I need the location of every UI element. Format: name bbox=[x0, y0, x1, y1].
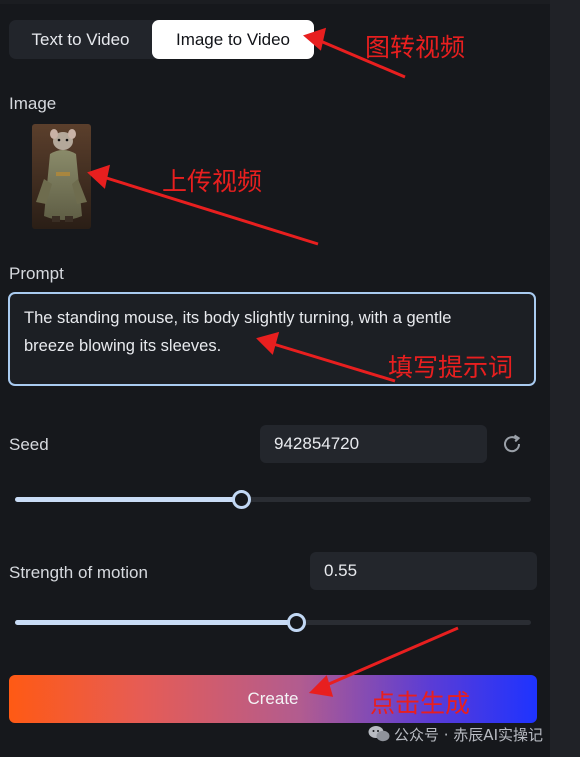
watermark: 公众号 · 赤辰AI实操记 bbox=[368, 724, 543, 747]
image-label: Image bbox=[9, 94, 57, 113]
mode-tabs: Text to Video Image to Video bbox=[9, 20, 314, 59]
annotation-prompt: 填写提示词 bbox=[388, 353, 514, 382]
scrollbar[interactable] bbox=[550, 0, 580, 757]
motion-input[interactable]: 0.55 bbox=[310, 552, 537, 590]
seed-slider-thumb[interactable] bbox=[232, 490, 251, 509]
annotation-tab: 图转视频 bbox=[365, 33, 466, 62]
refresh-icon[interactable] bbox=[500, 432, 524, 456]
wechat-icon bbox=[368, 725, 390, 747]
motion-slider-thumb[interactable] bbox=[287, 613, 306, 632]
seed-label: Seed bbox=[9, 435, 49, 454]
motion-label: Strength of motion bbox=[9, 563, 148, 582]
seed-input[interactable]: 942854720 bbox=[260, 425, 487, 463]
mouse-in-robe-image bbox=[32, 124, 91, 229]
tab-text-to-video[interactable]: Text to Video bbox=[9, 20, 152, 59]
annotation-image: 上传视频 bbox=[162, 167, 263, 196]
prompt-label: Prompt bbox=[9, 264, 64, 283]
watermark-text: 公众号 · 赤辰AI实操记 bbox=[394, 726, 543, 744]
seed-slider-fill bbox=[15, 497, 241, 502]
uploaded-image-thumbnail[interactable] bbox=[32, 124, 91, 229]
top-divider bbox=[0, 0, 550, 4]
motion-slider-fill bbox=[15, 620, 296, 625]
annotation-create: 点击生成 bbox=[370, 689, 471, 718]
tab-image-to-video[interactable]: Image to Video bbox=[152, 20, 314, 59]
